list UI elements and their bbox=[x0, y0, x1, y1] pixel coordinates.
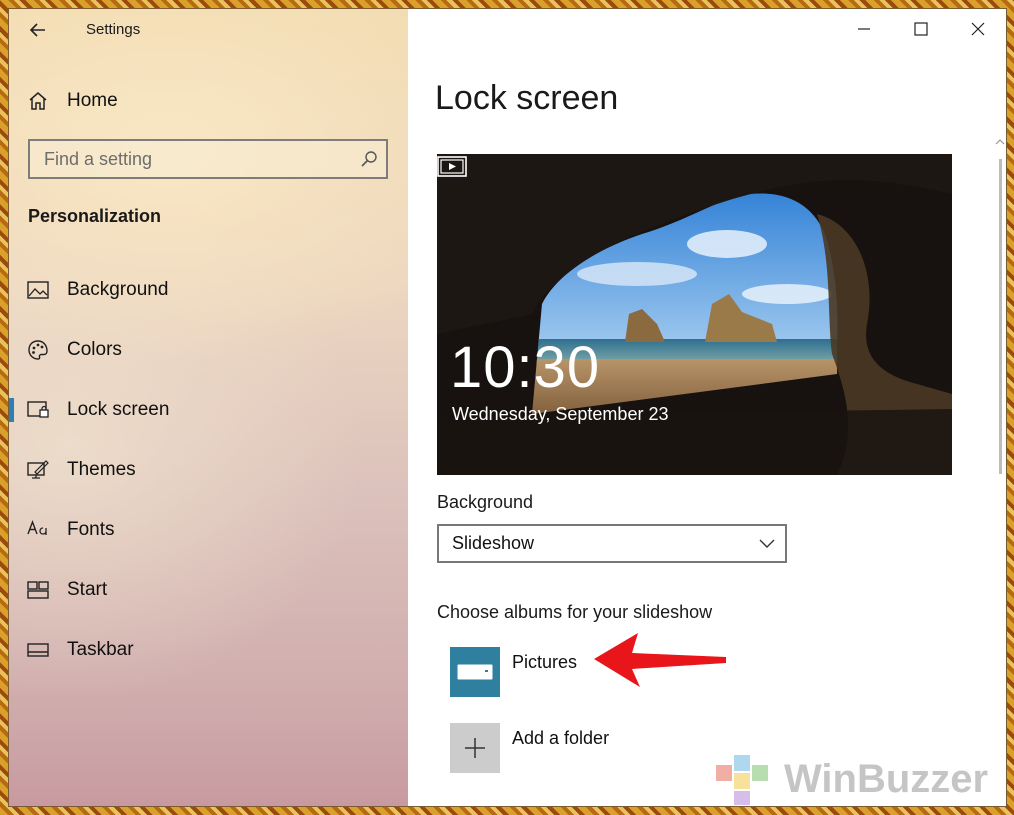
album-name: Pictures bbox=[512, 652, 578, 672]
sidebar-item-label: Colors bbox=[67, 339, 122, 360]
add-folder-button[interactable]: Add a folder bbox=[450, 723, 609, 773]
minimize-icon bbox=[857, 28, 870, 30]
section-title: Personalization bbox=[28, 206, 162, 226]
lock-screen-preview: 10:30 Wednesday, September 23 bbox=[437, 154, 952, 475]
sidebar-item-fonts[interactable]: Fonts bbox=[9, 500, 408, 560]
taskbar-icon bbox=[27, 639, 49, 661]
sidebar-item-start[interactable]: Start bbox=[9, 560, 408, 620]
album-pictures[interactable]: Pictures bbox=[450, 647, 577, 697]
sidebar-item-label: Background bbox=[67, 279, 169, 300]
home-icon bbox=[29, 92, 47, 110]
chevron-down-icon bbox=[759, 539, 775, 548]
themes-icon bbox=[27, 459, 49, 481]
lock-screen-time: 10:30 bbox=[450, 335, 601, 400]
sidebar: Settings Home Personalization Background bbox=[9, 9, 408, 806]
sidebar-item-label: Start bbox=[67, 579, 108, 600]
slideshow-icon bbox=[437, 156, 467, 177]
minimize-button[interactable] bbox=[835, 9, 892, 49]
sidebar-item-taskbar[interactable]: Taskbar bbox=[9, 620, 408, 680]
search-box bbox=[28, 139, 388, 179]
sidebar-item-themes[interactable]: Themes bbox=[9, 440, 408, 500]
fonts-icon bbox=[27, 519, 49, 541]
main-content: Lock screen 10:30 Wednesday, September 2… bbox=[408, 9, 1006, 806]
sidebar-item-label: Themes bbox=[67, 459, 136, 480]
background-label: Background bbox=[437, 492, 534, 512]
background-dropdown[interactable]: Slideshow bbox=[437, 524, 787, 563]
palette-icon bbox=[27, 339, 49, 361]
search-input[interactable] bbox=[30, 141, 350, 177]
settings-window: Settings Home Personalization Background bbox=[9, 9, 1006, 806]
title-bar: Settings bbox=[9, 9, 408, 49]
drive-icon bbox=[457, 664, 493, 680]
watermark: WinBuzzer bbox=[708, 747, 1003, 806]
maximize-icon bbox=[913, 22, 928, 36]
sidebar-item-label: Taskbar bbox=[67, 639, 134, 660]
close-button[interactable] bbox=[949, 9, 1006, 49]
album-tile bbox=[450, 647, 500, 697]
picture-icon bbox=[27, 279, 49, 301]
scrollbar[interactable] bbox=[999, 159, 1002, 474]
red-arrow-annotation bbox=[594, 633, 726, 687]
window-controls bbox=[835, 9, 1006, 49]
page-title: Lock screen bbox=[435, 79, 619, 117]
winbuzzer-logo-icon bbox=[716, 755, 768, 805]
album-name: Add a folder bbox=[512, 728, 610, 748]
sidebar-item-lock-screen[interactable]: Lock screen bbox=[9, 380, 408, 440]
add-tile bbox=[450, 723, 500, 773]
albums-label: Choose albums for your slideshow bbox=[437, 602, 713, 622]
back-arrow-icon bbox=[29, 23, 45, 37]
watermark-text: WinBuzzer bbox=[784, 757, 989, 801]
plus-icon bbox=[465, 738, 485, 758]
search-icon[interactable] bbox=[360, 150, 378, 168]
lock-screen-date: Wednesday, September 23 bbox=[452, 404, 669, 424]
sidebar-item-label: Fonts bbox=[67, 519, 115, 540]
sidebar-nav: Background Colors Lock screen Themes Fon… bbox=[9, 260, 408, 680]
close-icon bbox=[971, 22, 984, 36]
back-button[interactable] bbox=[23, 17, 53, 43]
app-title: Settings bbox=[86, 21, 141, 38]
dropdown-value: Slideshow bbox=[452, 533, 535, 553]
scroll-up-icon[interactable] bbox=[995, 137, 1005, 147]
maximize-button[interactable] bbox=[892, 9, 949, 49]
sidebar-item-label: Home bbox=[67, 90, 118, 111]
start-icon bbox=[27, 579, 49, 601]
sidebar-item-label: Lock screen bbox=[67, 399, 170, 420]
sidebar-item-home[interactable]: Home bbox=[27, 85, 397, 117]
lock-screen-icon bbox=[27, 399, 49, 421]
cave-beach-image bbox=[437, 154, 952, 475]
sidebar-item-background[interactable]: Background bbox=[9, 260, 408, 320]
sidebar-item-colors[interactable]: Colors bbox=[9, 320, 408, 380]
